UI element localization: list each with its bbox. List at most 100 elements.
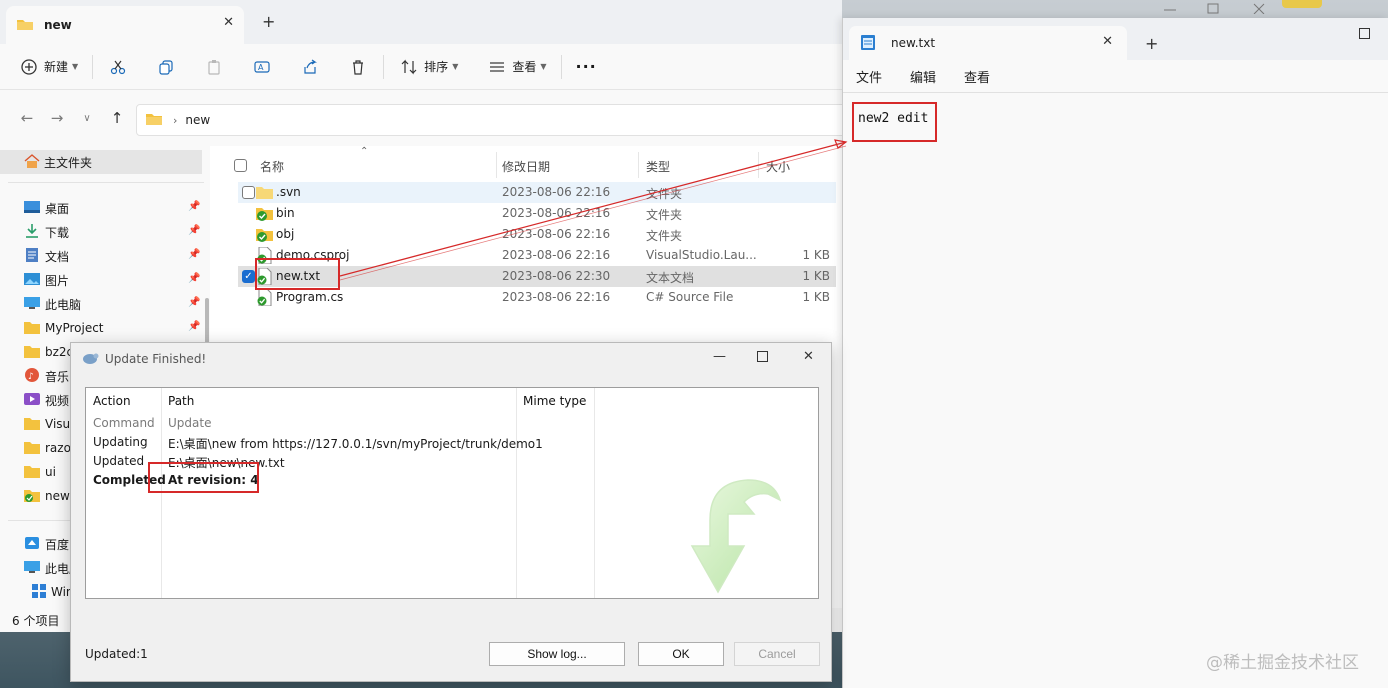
- folder-icon: [24, 440, 40, 457]
- close-icon[interactable]: ✕: [803, 349, 814, 364]
- sidebar-item-label: 音乐: [45, 369, 70, 384]
- sidebar-item-home[interactable]: 主文件夹: [0, 150, 202, 174]
- file-size: 1 KB: [802, 248, 830, 262]
- sidebar-item-myproject[interactable]: MyProject 📌: [0, 316, 210, 340]
- sort-button[interactable]: 排序 ▼: [398, 56, 458, 78]
- highlight-box-notepad-content: [852, 102, 937, 142]
- up-arrow-icon[interactable]: ↑: [102, 109, 132, 127]
- new-tab-icon[interactable]: +: [1145, 34, 1158, 53]
- download-icon: [24, 223, 40, 241]
- menu-view[interactable]: 查看: [964, 67, 990, 86]
- folder-icon: [24, 344, 40, 361]
- file-type: VisualStudio.Lau...: [646, 248, 757, 262]
- column-divider[interactable]: [496, 152, 497, 178]
- desktop-icon: [24, 200, 40, 217]
- background-app-icon: [1282, 0, 1322, 8]
- sidebar-item-label: 桌面: [45, 201, 70, 216]
- sidebar-item-this-pc[interactable]: 此电脑 📌: [0, 292, 210, 316]
- rename-icon[interactable]: A: [251, 56, 273, 78]
- file-type: 文件夹: [646, 208, 683, 222]
- sidebar-item-label: 此电脑: [45, 297, 82, 312]
- pin-icon[interactable]: 📌: [188, 201, 200, 212]
- column-divider[interactable]: [638, 152, 639, 178]
- chevron-right-icon: ›: [173, 113, 178, 127]
- toolbar-divider: [92, 54, 94, 79]
- file-row[interactable]: Program.cs 2023-08-06 22:16 C# Source Fi…: [238, 287, 836, 308]
- explorer-tab[interactable]: new ✕: [6, 6, 244, 44]
- pin-icon[interactable]: 📌: [188, 249, 200, 260]
- sidebar-item-label: ui: [45, 465, 56, 479]
- sidebar-item-documents[interactable]: 文档 📌: [0, 244, 210, 268]
- column-divider[interactable]: [758, 152, 759, 178]
- list-item[interactable]: Updating E:\桌面\new from https://127.0.0.…: [86, 433, 818, 452]
- back-arrow-icon[interactable]: ←: [12, 109, 42, 127]
- row-checkbox[interactable]: [242, 186, 255, 199]
- column-header-mime[interactable]: Mime type: [523, 394, 586, 408]
- recent-chevron-icon[interactable]: ∨: [72, 113, 102, 124]
- pin-icon[interactable]: 📌: [188, 321, 200, 332]
- new-button-label: 新建: [44, 60, 69, 74]
- ok-button[interactable]: OK: [638, 642, 724, 666]
- column-header-size[interactable]: 大小: [766, 152, 790, 180]
- column-header-path[interactable]: Path: [168, 394, 194, 408]
- cut-icon[interactable]: [107, 56, 129, 78]
- copy-icon[interactable]: [155, 56, 177, 78]
- row-action: Updating: [93, 435, 148, 449]
- share-icon[interactable]: [299, 56, 321, 78]
- maximize-icon[interactable]: [1359, 28, 1370, 39]
- file-row[interactable]: .svn 2023-08-06 22:16 文件夹: [238, 182, 836, 203]
- view-button-label: 查看: [512, 60, 537, 74]
- document-icon: [24, 247, 40, 265]
- column-header-date[interactable]: 修改日期: [502, 152, 550, 180]
- close-icon[interactable]: ✕: [1102, 34, 1113, 49]
- row-checkbox-checked[interactable]: ✓: [242, 270, 255, 283]
- pin-icon[interactable]: 📌: [188, 273, 200, 284]
- address-bar-row: ← → ∨ ↑ › new: [0, 90, 846, 146]
- notepad-tab[interactable]: new.txt ✕: [849, 26, 1127, 60]
- column-header-name[interactable]: 名称: [260, 152, 284, 180]
- close-icon[interactable]: ✕: [223, 15, 234, 30]
- column-header-type[interactable]: 类型: [646, 152, 670, 180]
- forward-arrow-icon[interactable]: →: [42, 109, 72, 127]
- new-tab-icon[interactable]: +: [262, 12, 275, 31]
- file-row[interactable]: obj 2023-08-06 22:16 文件夹: [238, 224, 836, 245]
- file-row[interactable]: bin 2023-08-06 22:16 文件夹: [238, 203, 836, 224]
- sidebar-item-label: 文档: [45, 249, 70, 264]
- row-action: Updated: [93, 454, 145, 468]
- menu-edit[interactable]: 编辑: [910, 67, 936, 86]
- address-bar[interactable]: › new: [136, 104, 846, 136]
- new-button[interactable]: 新建 ▼: [18, 56, 78, 78]
- sidebar-item-label: MyProject: [45, 321, 104, 335]
- chevron-down-icon: ▼: [72, 62, 79, 71]
- menu-file[interactable]: 文件: [856, 67, 882, 86]
- maximize-icon[interactable]: [757, 351, 768, 366]
- list-item[interactable]: Command Update: [86, 414, 818, 433]
- column-header-label: 类型: [646, 159, 671, 174]
- sidebar-item-label: bz2c: [45, 345, 74, 359]
- select-all-checkbox[interactable]: [234, 159, 247, 172]
- row-path: Update: [168, 416, 212, 430]
- file-date: 2023-08-06 22:16: [502, 227, 611, 241]
- delete-icon[interactable]: [347, 56, 369, 78]
- notepad-divider: [843, 92, 1388, 93]
- svg-text:A: A: [258, 63, 264, 72]
- sidebar-item-desktop[interactable]: 桌面 📌: [0, 196, 210, 220]
- pin-icon[interactable]: 📌: [188, 225, 200, 236]
- sidebar-item-downloads[interactable]: 下载 📌: [0, 220, 210, 244]
- more-options-icon[interactable]: ···: [576, 57, 597, 76]
- sidebar-item-pictures[interactable]: 图片 📌: [0, 268, 210, 292]
- breadcrumb-item[interactable]: new: [185, 113, 210, 127]
- file-type: 文件夹: [646, 229, 683, 243]
- column-header-action[interactable]: Action: [93, 394, 131, 408]
- view-button[interactable]: 查看 ▼: [486, 56, 547, 78]
- toolbar-divider: [383, 54, 385, 79]
- explorer-tab-label: new: [44, 18, 72, 32]
- pin-icon[interactable]: 📌: [188, 297, 200, 308]
- file-name: .svn: [276, 185, 301, 199]
- show-log-button[interactable]: Show log...: [489, 642, 625, 666]
- explorer-toolbar: 新建 ▼ A 排序 ▼ 查看 ▼ ···: [0, 44, 842, 90]
- paste-icon[interactable]: [203, 56, 225, 78]
- minimize-icon[interactable]: —: [713, 349, 726, 364]
- sidebar-item-label: new: [45, 489, 70, 503]
- update-results-list[interactable]: Action Path Mime type Command Update Upd…: [85, 387, 819, 599]
